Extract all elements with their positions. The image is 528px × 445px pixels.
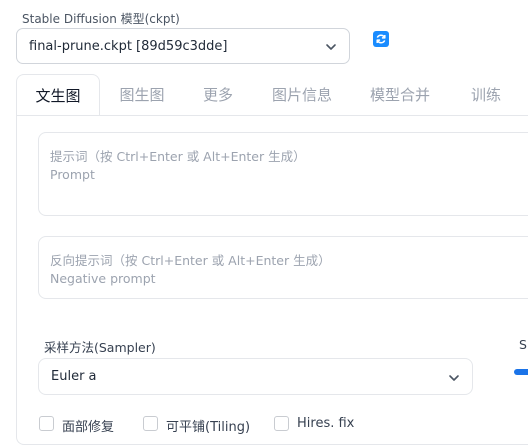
sampling-steps-slider[interactable] bbox=[514, 369, 528, 375]
tab-checkpoint-merger[interactable]: 模型合并 bbox=[358, 74, 442, 116]
model-selector-label: Stable Diffusion 模型(ckpt) bbox=[18, 10, 184, 27]
tab-txt2img[interactable]: 文生图 bbox=[16, 74, 100, 116]
negative-prompt-placeholder: Negative prompt bbox=[50, 271, 156, 286]
model-select-value: final-prune.ckpt [89d59c3dde] bbox=[29, 39, 228, 54]
tab-img2img[interactable]: 图生图 bbox=[104, 74, 180, 116]
face-restore-checkbox[interactable] bbox=[39, 416, 54, 431]
tab-train[interactable]: 训练 bbox=[458, 74, 514, 116]
sampler-select-value: Euler a bbox=[51, 369, 97, 384]
refresh-models-button[interactable] bbox=[366, 22, 396, 56]
negative-prompt-textarea[interactable]: 反向提示词（按 Ctrl+Enter 或 Alt+Enter 生成） Negat… bbox=[38, 236, 528, 299]
hires-fix-checkbox[interactable] bbox=[274, 416, 289, 431]
tiling-checkbox[interactable] bbox=[143, 416, 158, 431]
prompt-placeholder: Prompt bbox=[50, 167, 95, 182]
sampler-select-dropdown[interactable]: Euler a bbox=[38, 358, 473, 395]
chevron-down-icon bbox=[449, 375, 459, 381]
negative-prompt-label: 反向提示词（按 Ctrl+Enter 或 Alt+Enter 生成） bbox=[50, 253, 331, 268]
prompt-label: 提示词（按 Ctrl+Enter 或 Alt+Enter 生成） bbox=[50, 149, 306, 164]
chevron-down-icon bbox=[326, 44, 336, 50]
refresh-icon bbox=[373, 31, 389, 47]
prompt-textarea[interactable]: 提示词（按 Ctrl+Enter 或 Alt+Enter 生成） Prompt bbox=[38, 132, 528, 216]
hires-fix-label: Hires. fix bbox=[297, 416, 355, 431]
model-selector-group: Stable Diffusion 模型(ckpt) final-prune.ck… bbox=[12, 10, 360, 64]
tab-png-info[interactable]: 图片信息 bbox=[260, 74, 344, 116]
model-select-dropdown[interactable]: final-prune.ckpt [89d59c3dde] bbox=[16, 28, 350, 64]
main-tabs: 文生图 图生图 更多 图片信息 模型合并 训练 bbox=[16, 74, 528, 116]
sampling-steps-label-partial: S bbox=[519, 337, 527, 352]
tab-extras[interactable]: 更多 bbox=[188, 74, 248, 116]
face-restore-label: 面部修复 bbox=[62, 420, 115, 435]
tiling-label: 可平铺(Tiling) bbox=[166, 420, 251, 435]
sampler-label: 采样方法(Sampler) bbox=[44, 340, 156, 355]
